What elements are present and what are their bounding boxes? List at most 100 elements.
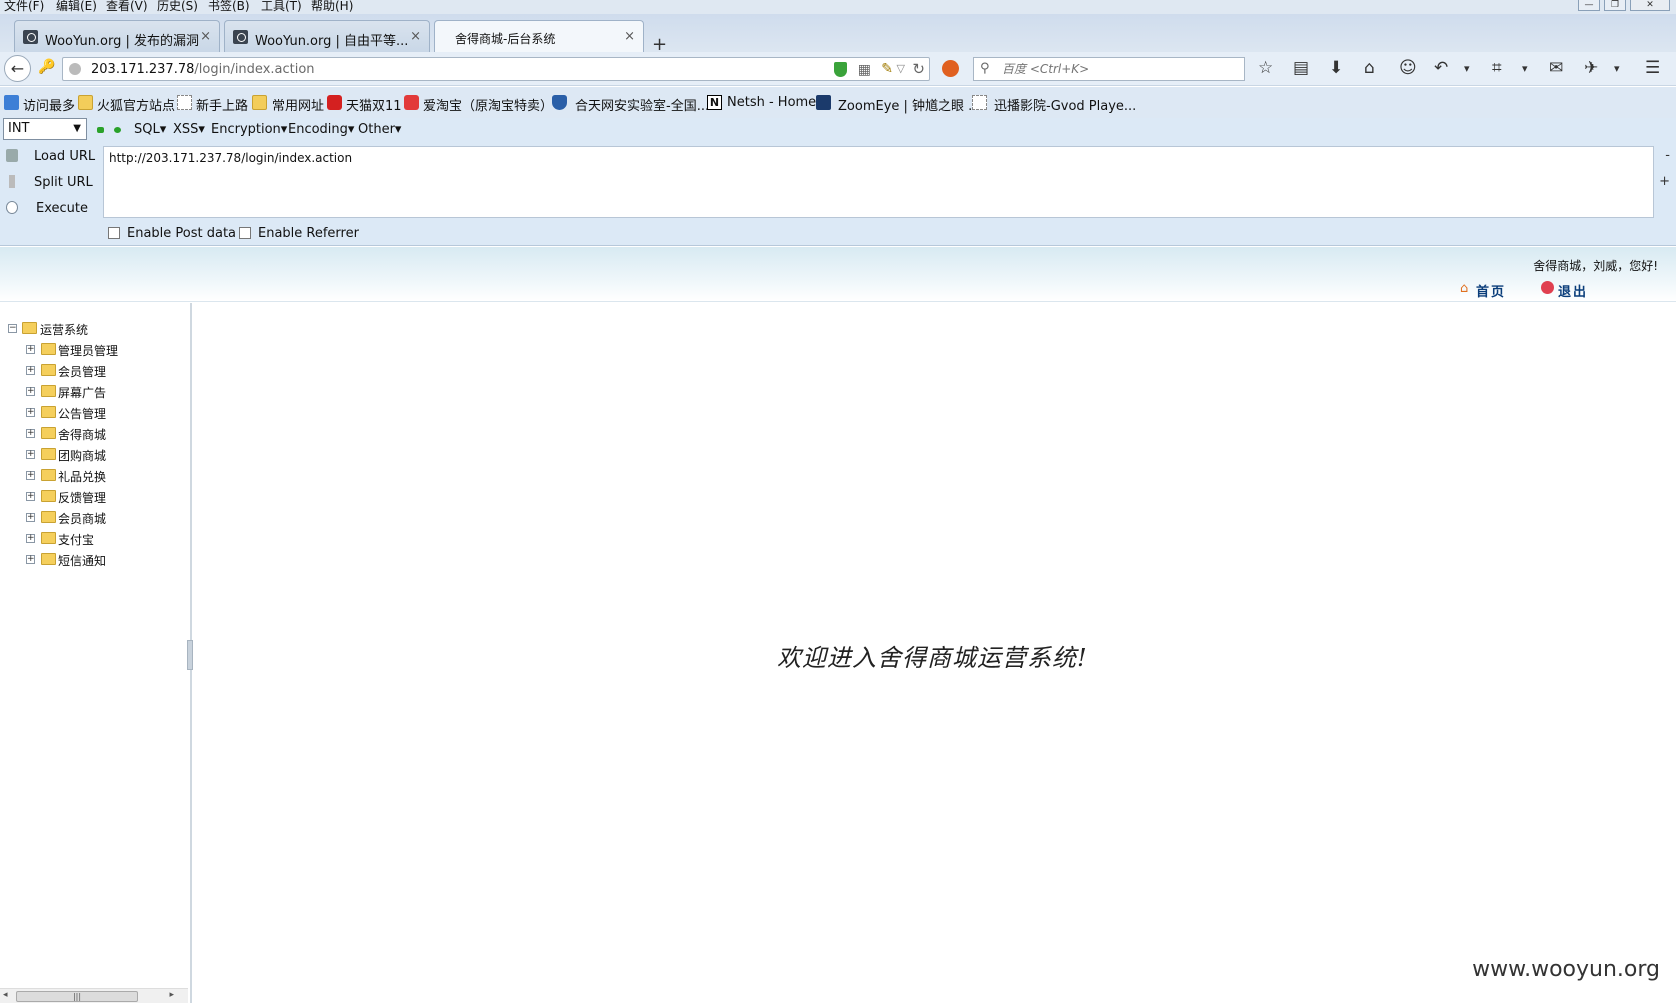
bookmark-gvod[interactable]: 迅播影院-Gvod Playe... (994, 95, 1136, 114)
expand-icon[interactable]: + (26, 471, 35, 480)
bookmark-firefox-site[interactable]: 火狐官方站点 (97, 95, 175, 114)
increase-icon[interactable] (114, 127, 121, 133)
reading-list-icon[interactable]: ▤ (1293, 58, 1309, 78)
tab-strip: WooYun.org | 发布的漏洞 × WooYun.org | 自由平等..… (0, 14, 1676, 55)
folder-icon (41, 406, 56, 418)
tab-admin-system[interactable]: 舍得商城-后台系统 × (434, 20, 644, 53)
menu-icon[interactable]: ☰ (1645, 58, 1660, 78)
menu-sql[interactable]: SQL▾ (134, 122, 166, 137)
minimize-button[interactable]: — (1578, 0, 1600, 11)
folder-icon (41, 532, 56, 544)
close-tab-icon[interactable]: × (200, 29, 211, 44)
restore-button[interactable]: ❐ (1604, 0, 1626, 11)
chevron-down-icon[interactable]: ▾ (1614, 62, 1620, 75)
search-box[interactable]: ⚲ (973, 57, 1245, 81)
expand-icon[interactable]: + (26, 555, 35, 564)
chevron-down-icon[interactable]: ▾ (1522, 62, 1528, 75)
folder-icon (252, 95, 267, 110)
split-url-button[interactable]: Split URL (2, 171, 102, 195)
chevron-down-icon[interactable]: ▾ (1464, 62, 1470, 75)
bookmark-hetian[interactable]: 合天网安实验室-全国... (575, 95, 709, 114)
bookmark-common-sites[interactable]: 常用网址 (272, 95, 324, 114)
crop-icon[interactable]: ⌗ (1492, 58, 1502, 78)
scroll-left-icon[interactable]: ◂ (3, 990, 8, 1000)
expand-icon[interactable]: + (26, 492, 35, 501)
tab-wooyun-bugs[interactable]: WooYun.org | 发布的漏洞 × (14, 20, 220, 52)
tree-item-label: 公告管理 (58, 407, 107, 421)
scroll-right-icon[interactable]: ▸ (169, 990, 174, 1000)
search-icon: ⚲ (980, 61, 990, 76)
tree-item-label: 舍得商城 (58, 428, 107, 442)
reload-icon[interactable]: ↻ (912, 60, 925, 78)
globe-icon[interactable] (69, 63, 81, 75)
menu-view[interactable]: 查看(V) (106, 0, 148, 13)
shrink-button[interactable]: - (1665, 148, 1670, 163)
bookmark-tmall[interactable]: 天猫双11 (346, 95, 402, 114)
block-icon[interactable] (942, 60, 959, 77)
menu-history[interactable]: 历史(S) (157, 0, 198, 13)
enable-referrer-label: Enable Referrer (258, 226, 359, 241)
comment-icon[interactable]: ✉ (1549, 58, 1563, 78)
extension-icon[interactable]: ✎ (881, 61, 893, 77)
tab-wooyun-free[interactable]: WooYun.org | 自由平等... × (224, 20, 430, 52)
download-icon[interactable]: ⬇ (1329, 58, 1343, 78)
menu-edit[interactable]: 编辑(E) (56, 0, 97, 13)
menu-encryption[interactable]: Encryption▾ (211, 122, 287, 137)
bookmark-getting-started[interactable]: 新手上路 (196, 95, 248, 114)
dropdown-arrow-icon[interactable]: ▽ (897, 62, 905, 75)
scrollbar-thumb[interactable]: ||| (16, 991, 138, 1002)
notion-icon: N (707, 95, 722, 110)
shield-icon[interactable] (834, 62, 847, 77)
expand-icon[interactable]: + (26, 366, 35, 375)
menu-other[interactable]: Other▾ (358, 122, 401, 137)
tree-item-label: 礼品兑换 (58, 470, 107, 484)
expand-icon[interactable]: + (26, 450, 35, 459)
url-bar[interactable]: 203.171.237.78/login/index.action ▦ ✎ ▽ … (62, 57, 930, 81)
bookmark-zoomeye[interactable]: ZoomEye | 钟馗之眼 ... (838, 95, 981, 114)
bookmark-netsh[interactable]: Netsh - Home (727, 95, 816, 110)
expand-icon[interactable]: + (26, 429, 35, 438)
logout-link[interactable]: 退出 (1558, 281, 1588, 300)
close-tab-icon[interactable]: × (624, 29, 635, 44)
sidebar-splitter[interactable] (187, 640, 193, 670)
menu-file[interactable]: 文件(F) (4, 0, 44, 13)
expand-icon[interactable]: + (26, 345, 35, 354)
back-button[interactable]: ← (4, 55, 31, 82)
hackbar-url-textarea[interactable]: http://203.171.237.78/login/index.action (103, 146, 1654, 218)
checkbox-box[interactable] (108, 227, 120, 239)
close-window-button[interactable]: ✕ (1630, 0, 1670, 11)
type-select[interactable]: INT ▼ (3, 118, 87, 140)
expand-icon[interactable]: + (26, 513, 35, 522)
key-icon[interactable]: 🔑 (38, 59, 55, 75)
menu-encoding[interactable]: Encoding▾ (288, 122, 354, 137)
enable-post-data-checkbox[interactable]: Enable Post data (108, 226, 236, 241)
menu-help[interactable]: 帮助(H) (311, 0, 353, 13)
load-url-button[interactable]: Load URL (2, 145, 102, 169)
menu-tools[interactable]: 工具(T) (261, 0, 302, 13)
home-link[interactable]: 首页 (1476, 281, 1506, 300)
bookmark-ai-taobao[interactable]: 爱淘宝（原淘宝特卖） (423, 95, 553, 114)
star-icon[interactable]: ☆ (1258, 58, 1273, 78)
sidebar-scrollbar[interactable]: ◂ ||| ▸ (0, 988, 188, 1003)
bookmark-most-visited[interactable]: 访问最多 (23, 95, 75, 114)
most-visited-icon (4, 95, 19, 110)
expand-button[interactable]: + (1659, 174, 1670, 189)
extension-icon[interactable]: ✈ (1584, 58, 1598, 78)
undo-icon[interactable]: ↶ (1434, 58, 1448, 78)
expand-icon[interactable]: + (26, 387, 35, 396)
menu-bookmarks[interactable]: 书签(B) (208, 0, 250, 13)
close-tab-icon[interactable]: × (410, 29, 421, 44)
home-icon[interactable]: ⌂ (1364, 58, 1375, 78)
qr-code-icon[interactable]: ▦ (858, 62, 871, 78)
welcome-message: 欢迎进入舍得商城运营系统! (777, 644, 1088, 672)
expand-icon[interactable]: + (26, 534, 35, 543)
enable-referrer-checkbox[interactable]: Enable Referrer (239, 226, 359, 241)
expand-icon[interactable]: + (26, 408, 35, 417)
menu-xss[interactable]: XSS▾ (173, 122, 205, 137)
collapse-icon[interactable]: − (8, 324, 17, 333)
execute-button[interactable]: Execute (2, 197, 102, 221)
decrease-icon[interactable] (97, 127, 104, 133)
search-input[interactable] (1000, 60, 1238, 78)
chat-icon[interactable]: ☺ (1399, 58, 1417, 78)
checkbox-box[interactable] (239, 227, 251, 239)
